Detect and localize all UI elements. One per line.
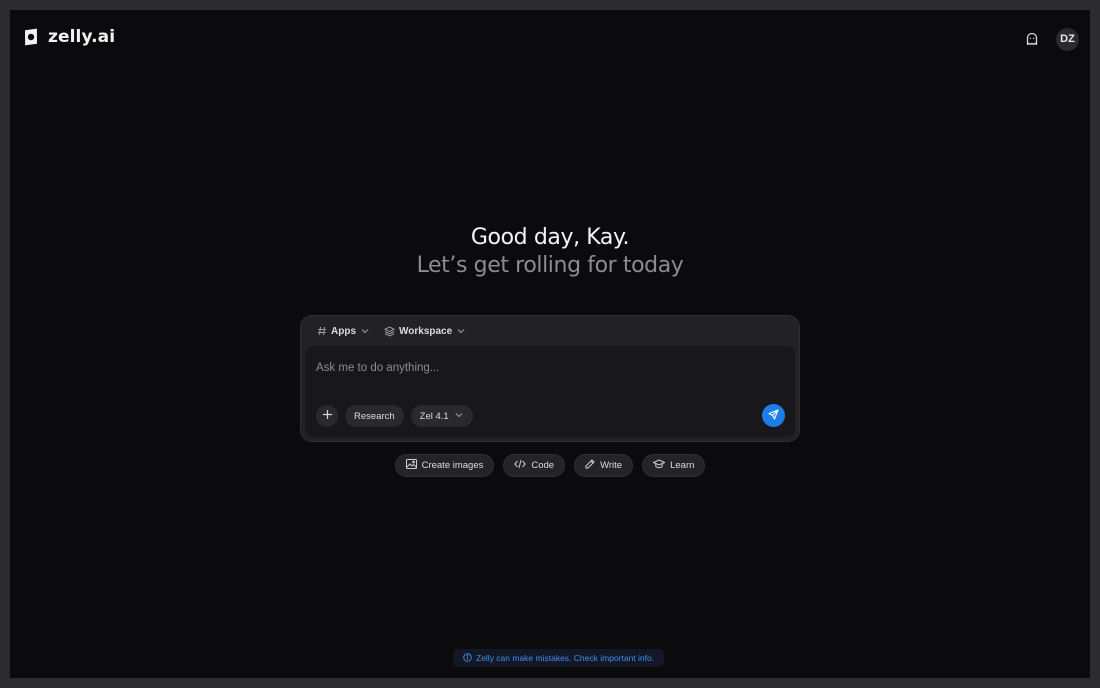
composer-input-area: Research Zel 4.1 (305, 346, 795, 437)
code-label: Code (531, 460, 555, 471)
disclaimer-notice: Zelly can make mistakes. Check important… (453, 649, 665, 667)
chevron-down-icon (360, 326, 370, 336)
info-icon (463, 652, 472, 664)
code-button[interactable]: Code (503, 454, 566, 477)
add-attachment-button[interactable] (316, 405, 338, 427)
learn-button[interactable]: Learn (642, 454, 706, 477)
plus-icon (322, 407, 333, 425)
chevron-down-icon (456, 326, 466, 336)
create-images-label: Create images (421, 460, 484, 471)
ghost-icon[interactable] (1020, 27, 1044, 51)
write-label: Write (600, 460, 623, 471)
composer-context-bar: Apps Workspace (301, 316, 799, 346)
workspace-label: Workspace (399, 325, 453, 337)
hash-icon (317, 326, 327, 336)
header-actions: DZ (1020, 27, 1079, 51)
layers-icon (384, 325, 395, 337)
send-button[interactable] (762, 404, 785, 427)
apps-label: Apps (331, 325, 356, 337)
page-subtitle: Let’s get rolling for today (416, 253, 684, 278)
apps-dropdown[interactable]: Apps (317, 326, 370, 337)
app-window: zelly.ai DZ Good day, Kay. Let’s get rol… (10, 10, 1090, 678)
research-label: Research (354, 410, 395, 422)
page-title: Good day, Kay. (470, 225, 630, 250)
composer-actions: Research Zel 4.1 (316, 405, 473, 427)
model-selector[interactable]: Zel 4.1 (410, 405, 473, 427)
create-images-button[interactable]: Create images (394, 454, 495, 477)
workspace-dropdown[interactable]: Workspace (384, 326, 466, 337)
brand-logo[interactable]: zelly.ai (22, 27, 115, 47)
graduation-cap-icon (652, 459, 666, 472)
chat-composer: Apps Workspace Ask me to do anything... … (300, 315, 800, 442)
logo-icon (22, 28, 40, 46)
send-icon (768, 407, 779, 425)
write-button[interactable]: Write (574, 454, 634, 477)
research-button[interactable]: Research (345, 405, 404, 427)
disclaimer-text: Zelly can make mistakes. Check important… (476, 653, 655, 663)
prompt-input[interactable] (316, 358, 756, 378)
pencil-icon (585, 459, 595, 472)
image-icon (405, 459, 417, 472)
chevron-down-icon (454, 410, 464, 423)
model-label: Zel 4.1 (419, 410, 449, 422)
suggestion-chips: Create images Code Write Learn (10, 454, 1090, 477)
learn-label: Learn (670, 460, 695, 471)
brand-name: zelly.ai (48, 27, 116, 47)
avatar[interactable]: DZ (1056, 27, 1079, 51)
code-icon (514, 459, 527, 472)
hero: Good day, Kay. Let’s get rolling for tod… (10, 224, 1090, 280)
